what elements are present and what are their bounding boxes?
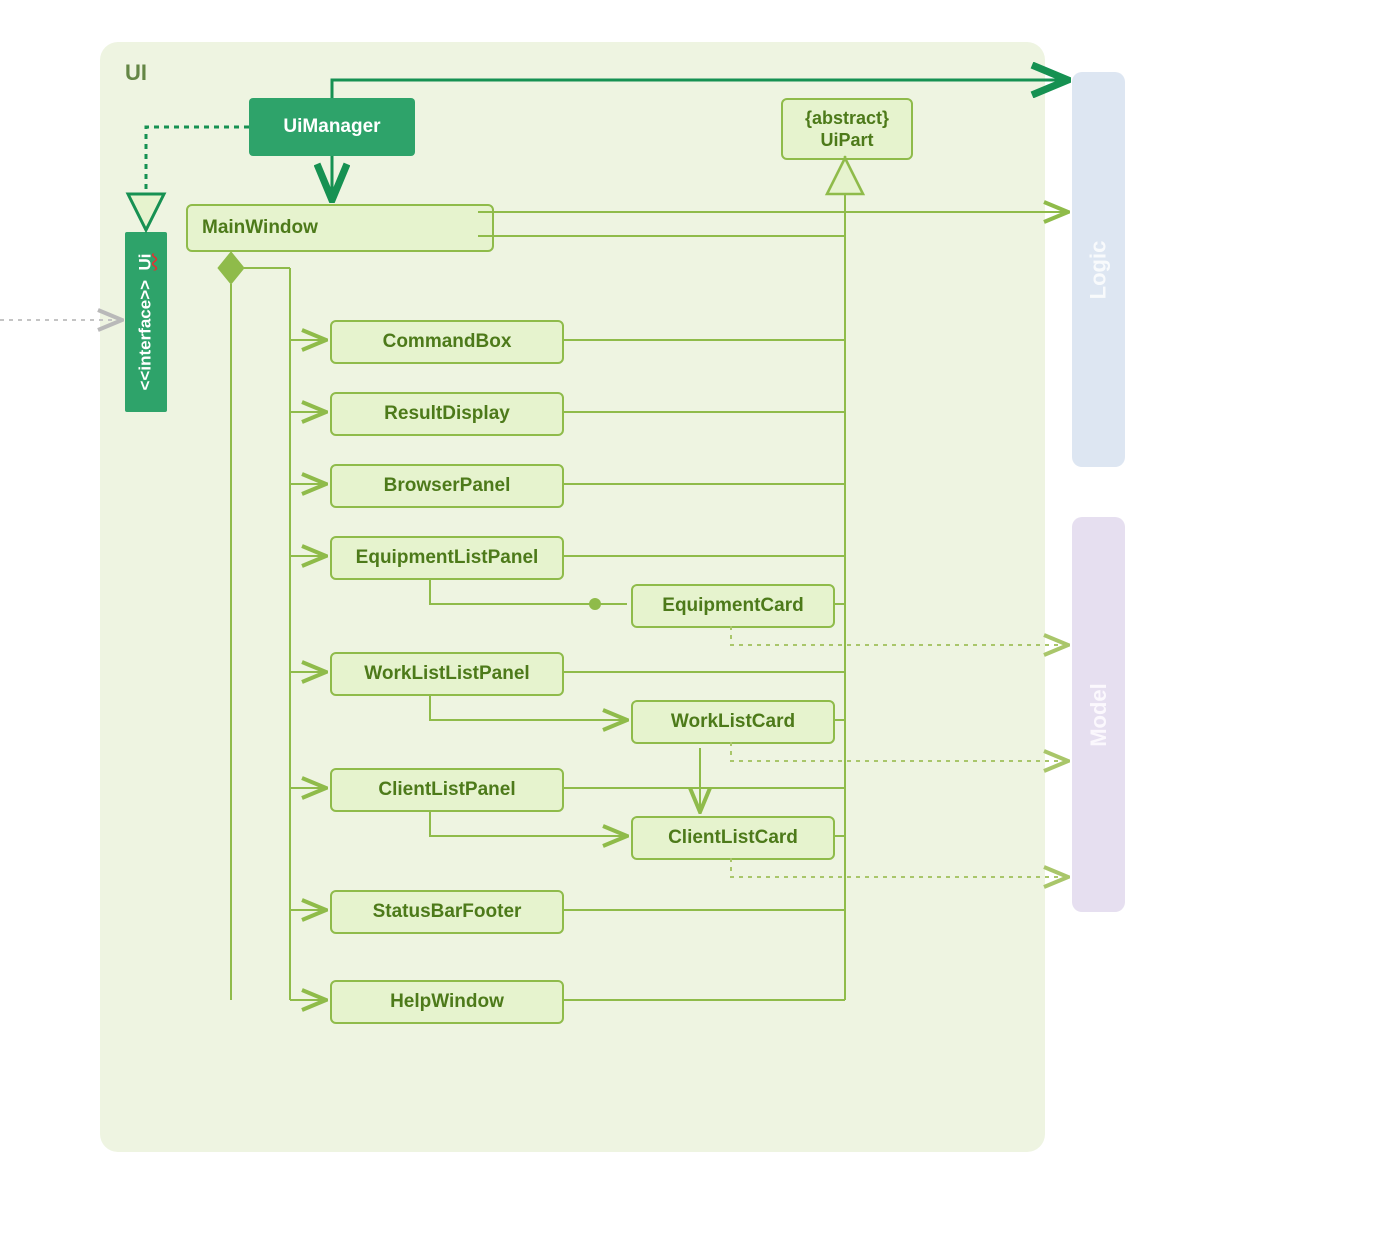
external-model-label: Model [1086, 683, 1112, 747]
class-uipart: {abstract}UiPart [781, 98, 913, 160]
external-logic: Logic [1072, 72, 1125, 467]
external-model: Model [1072, 517, 1125, 912]
class-clientlistcard: ClientListCard [631, 816, 835, 860]
class-uimanager: UiManager [249, 98, 415, 156]
class-equipmentcard: EquipmentCard [631, 584, 835, 628]
class-commandbox: CommandBox [330, 320, 564, 364]
class-helpwindow: HelpWindow [330, 980, 564, 1024]
class-browserpanel: BrowserPanel [330, 464, 564, 508]
class-equipmentlistpanel: EquipmentListPanel [330, 536, 564, 580]
stereotype-label: <<interface>> Ui [136, 253, 156, 390]
class-mainwindow: MainWindow [186, 204, 494, 252]
package-label: UI [125, 60, 147, 86]
class-statusbarfooter: StatusBarFooter [330, 890, 564, 934]
class-resultdisplay: ResultDisplay [330, 392, 564, 436]
external-logic-label: Logic [1086, 240, 1112, 299]
class-ui-interface: <<interface>> Ui [125, 232, 167, 412]
class-worklistlistpanel: WorkListListPanel [330, 652, 564, 696]
class-worklistcard: WorkListCard [631, 700, 835, 744]
class-clientlistpanel: ClientListPanel [330, 768, 564, 812]
